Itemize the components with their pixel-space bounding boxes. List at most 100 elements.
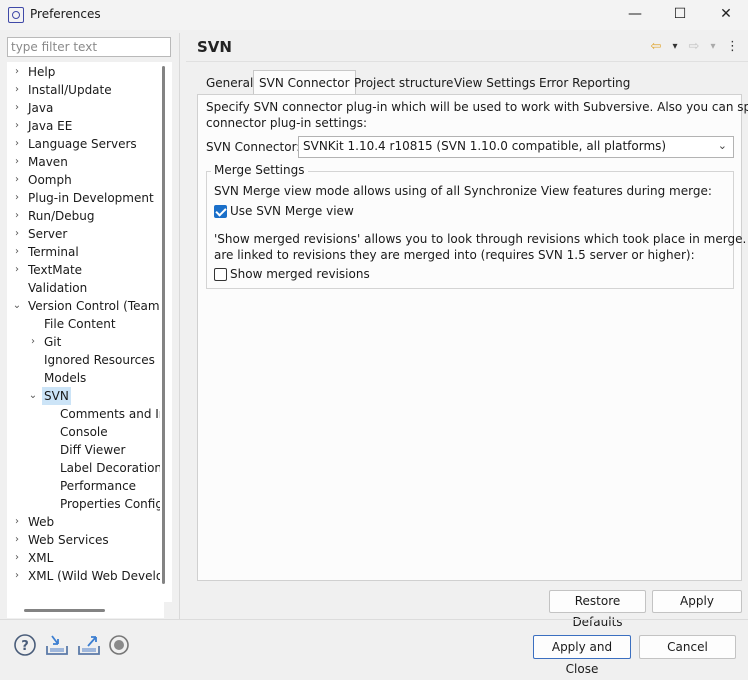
- title-bar: Preferences — ☐ ✕: [0, 0, 748, 30]
- tree-item-label: Models: [44, 371, 87, 385]
- chevron-right-icon[interactable]: ›: [12, 513, 22, 531]
- tree-item[interactable]: ⌄ Version Control (Team): [7, 297, 164, 315]
- tree-item-label: Run/Debug: [28, 209, 95, 223]
- tree-item[interactable]: › Web: [7, 513, 164, 531]
- show-merged-description-line2: are linked to revisions they are merged …: [214, 248, 695, 262]
- tree-item[interactable]: › Oomph: [7, 171, 164, 189]
- tree-item[interactable]: › Terminal: [7, 243, 164, 261]
- tree-item[interactable]: Models: [7, 369, 164, 387]
- tree-item-label: Git: [44, 335, 62, 349]
- tree-item[interactable]: Properties Configu: [7, 495, 164, 513]
- tree-item[interactable]: › Web Services: [7, 531, 164, 549]
- chevron-right-icon[interactable]: ›: [12, 153, 22, 171]
- use-merge-view-label[interactable]: Use SVN Merge view: [230, 203, 354, 219]
- show-merged-revisions-label[interactable]: Show merged revisions: [230, 266, 370, 282]
- svn-connector-value: SVNKit 1.10.4 r10815 (SVN 1.10.0 compati…: [303, 139, 667, 153]
- svn-connector-select[interactable]: SVNKit 1.10.4 r10815 (SVN 1.10.0 compati…: [298, 136, 734, 158]
- tree-item[interactable]: Diff Viewer: [7, 441, 164, 459]
- chevron-right-icon[interactable]: ›: [12, 207, 22, 225]
- tree-item[interactable]: Performance: [7, 477, 164, 495]
- merge-settings-legend: Merge Settings: [211, 163, 308, 177]
- tree-item[interactable]: › Install/Update: [7, 81, 164, 99]
- window-title: Preferences: [30, 7, 101, 21]
- show-merged-revisions-checkbox[interactable]: [214, 268, 227, 281]
- minimize-button[interactable]: —: [624, 4, 646, 24]
- chevron-right-icon[interactable]: ›: [12, 135, 22, 153]
- tree-vertical-scroll-thumb[interactable]: [162, 66, 165, 584]
- tree-horizontal-scroll-thumb[interactable]: [24, 609, 105, 612]
- tree-item[interactable]: › Server: [7, 225, 164, 243]
- tree-item-label: TextMate: [28, 263, 83, 277]
- tree-item[interactable]: › XML: [7, 549, 164, 567]
- tree-item[interactable]: Comments and In: [7, 405, 164, 423]
- close-button[interactable]: ✕: [715, 4, 737, 24]
- tree-item-label: XML (Wild Web Develop: [28, 569, 164, 583]
- chevron-right-icon[interactable]: ›: [12, 189, 22, 207]
- tree-item[interactable]: Validation: [7, 279, 164, 297]
- tree-item[interactable]: ⌄ SVN: [7, 387, 164, 405]
- chevron-right-icon[interactable]: ›: [12, 531, 22, 549]
- view-menu-icon[interactable]: ⋮: [726, 38, 739, 56]
- tree-item-label: Terminal: [28, 245, 79, 259]
- pane-divider[interactable]: [179, 33, 180, 619]
- forward-dropdown-icon[interactable]: ▾: [708, 38, 718, 56]
- tab-error-reporting[interactable]: Error Reporting: [534, 72, 635, 94]
- show-merged-description: 'Show merged revisions' allows you to lo…: [214, 232, 748, 246]
- chevron-right-icon[interactable]: ›: [12, 81, 22, 99]
- back-arrow-icon[interactable]: ⇦: [648, 38, 664, 56]
- tab-view-settings[interactable]: View Settings: [449, 72, 541, 94]
- back-dropdown-icon[interactable]: ▾: [670, 38, 680, 56]
- forward-arrow-icon[interactable]: ⇨: [686, 38, 702, 56]
- chevron-down-icon[interactable]: ⌄: [28, 387, 38, 405]
- tree-item[interactable]: Label Decorations: [7, 459, 164, 477]
- tree-item[interactable]: › TextMate: [7, 261, 164, 279]
- apply-button[interactable]: Apply: [652, 590, 742, 613]
- svg-text:?: ?: [21, 639, 29, 654]
- chevron-right-icon[interactable]: ›: [12, 261, 22, 279]
- chevron-right-icon[interactable]: ›: [12, 567, 22, 585]
- chevron-right-icon[interactable]: ›: [12, 99, 22, 117]
- chevron-right-icon[interactable]: ›: [12, 225, 22, 243]
- tree-item-label: Help: [28, 65, 56, 79]
- tree-item[interactable]: › Java EE: [7, 117, 164, 135]
- chevron-right-icon[interactable]: ›: [12, 549, 22, 567]
- page-title: SVN: [197, 38, 232, 56]
- tree-item[interactable]: › Language Servers: [7, 135, 164, 153]
- restore-defaults-button[interactable]: Restore Defaults: [549, 590, 646, 629]
- maximize-button[interactable]: ☐: [669, 4, 691, 24]
- chevron-right-icon[interactable]: ›: [12, 117, 22, 135]
- tree-item[interactable]: File Content: [7, 315, 164, 333]
- tab-general[interactable]: General: [201, 72, 258, 94]
- tree-item[interactable]: › Run/Debug: [7, 207, 164, 225]
- tree-item[interactable]: › Java: [7, 99, 164, 117]
- chevron-down-icon[interactable]: ⌄: [12, 297, 22, 315]
- eclipse-icon: [8, 7, 24, 23]
- tree-item[interactable]: › Plug-in Development: [7, 189, 164, 207]
- tree-item[interactable]: › Help: [7, 63, 164, 81]
- tree-item[interactable]: › XML (Wild Web Develop: [7, 567, 164, 585]
- apply-and-close-button[interactable]: Apply and Close: [533, 635, 631, 676]
- tree-item-label: Install/Update: [28, 83, 112, 97]
- tree-item-label: Java EE: [28, 119, 73, 133]
- help-icon[interactable]: ?: [12, 632, 38, 658]
- footer-separator: [0, 619, 748, 620]
- export-icon[interactable]: [76, 632, 102, 658]
- tree-item-label: XML: [28, 551, 54, 565]
- chevron-right-icon[interactable]: ›: [12, 63, 22, 81]
- connector-description-line2: connector plug-in settings:: [206, 116, 368, 130]
- chevron-right-icon[interactable]: ›: [12, 243, 22, 261]
- filter-input[interactable]: [7, 37, 171, 57]
- record-icon[interactable]: [108, 632, 134, 658]
- chevron-right-icon[interactable]: ›: [28, 333, 38, 351]
- tab-project-structure[interactable]: Project structure: [349, 72, 458, 94]
- chevron-right-icon[interactable]: ›: [12, 171, 22, 189]
- tree-item[interactable]: Console: [7, 423, 164, 441]
- tree-item[interactable]: › Maven: [7, 153, 164, 171]
- tab-svn-connector[interactable]: SVN Connector: [253, 70, 356, 95]
- import-icon[interactable]: [44, 632, 70, 658]
- tree-item[interactable]: Ignored Resources: [7, 351, 164, 369]
- use-merge-view-checkbox[interactable]: [214, 205, 227, 218]
- tree-item[interactable]: › Git: [7, 333, 164, 351]
- connector-label: SVN Connector:: [206, 140, 301, 154]
- cancel-button[interactable]: Cancel: [639, 635, 736, 659]
